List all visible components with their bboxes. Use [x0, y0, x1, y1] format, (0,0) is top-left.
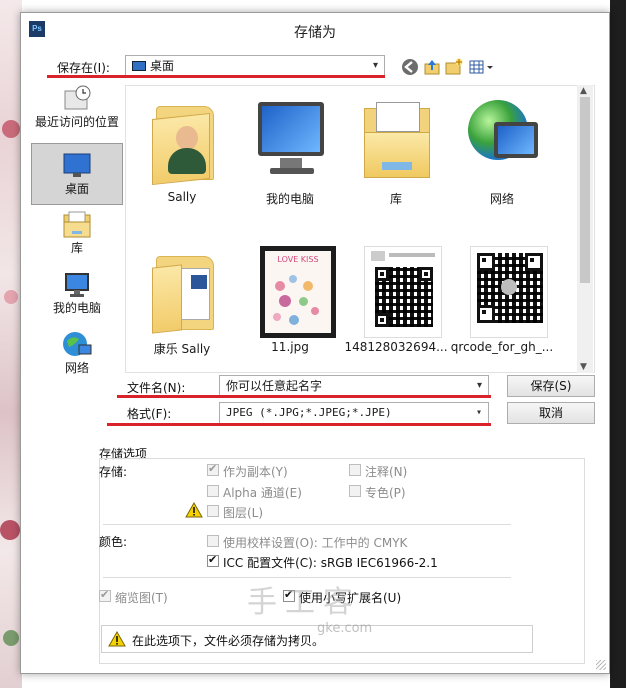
warning-icon: [185, 501, 203, 518]
back-icon[interactable]: [401, 58, 419, 76]
thumbnail-checkbox[interactable]: [99, 588, 111, 602]
layers-checkbox[interactable]: [207, 505, 219, 517]
network-globe-icon: [460, 92, 544, 188]
image-thumbnail: LOVE KISS: [248, 242, 336, 338]
watermark-url: gke.com: [317, 621, 373, 636]
save-as-dialog: Ps 存储为 保存在(I): 桌面 ▾ 最近访问的位置 桌面 库 我的电脑 网络…: [20, 12, 610, 674]
color-label: 颜色:: [99, 535, 128, 549]
filename-input[interactable]: 你可以任意起名字 ▾: [219, 375, 489, 397]
file-item-qr2[interactable]: qrcode_for_gh_...: [450, 242, 554, 354]
notes-checkbox[interactable]: [349, 464, 361, 476]
library-icon: [61, 211, 93, 239]
spot-color-checkbox[interactable]: [349, 485, 361, 497]
chevron-down-icon: ▾: [372, 60, 378, 71]
layers-label: 图层(L): [223, 506, 264, 520]
thumbnail-label: 缩览图(T): [115, 591, 168, 605]
scroll-thumb[interactable]: [580, 97, 590, 283]
icc-profile-checkbox[interactable]: [207, 553, 219, 567]
file-item-name: 11.jpg: [271, 340, 309, 354]
notes-label: 注释(N): [365, 465, 408, 479]
file-item-library[interactable]: 库: [344, 92, 448, 207]
recent-places-icon: [61, 85, 93, 113]
thumbnail-text: LOVE KISS: [277, 255, 319, 264]
place-desktop[interactable]: 桌面: [31, 143, 123, 205]
filename-label: 文件名(N):: [127, 381, 186, 395]
place-computer-label: 我的电脑: [52, 301, 101, 315]
desktop-icon: [61, 152, 93, 180]
scroll-down-icon[interactable]: ▼: [580, 362, 587, 372]
save-in-label: 保存在(I):: [57, 61, 110, 75]
up-folder-icon[interactable]: [423, 58, 441, 76]
file-item-name: 我的电脑: [265, 192, 314, 206]
icc-profile-label: ICC 配置文件(C): sRGB IEC61966-2.1: [223, 556, 438, 570]
options-divider: [103, 524, 511, 525]
file-list-scrollbar[interactable]: ▲ ▼: [577, 85, 593, 373]
file-item-name: 网络: [489, 192, 514, 206]
proof-setup-label: 使用校样设置(O): 工作中的 CMYK: [223, 536, 408, 550]
format-label: 格式(F):: [127, 407, 172, 421]
alpha-channel-checkbox[interactable]: [207, 485, 219, 497]
user-folder-icon: [140, 92, 224, 188]
dialog-title: 存储为: [294, 25, 336, 41]
place-network-label: 网络: [64, 361, 89, 375]
computer-icon: [61, 271, 93, 299]
scroll-up-icon[interactable]: ▲: [580, 86, 587, 96]
as-copy-checkbox[interactable]: [207, 462, 219, 476]
file-item-name: qrcode_for_gh_...: [450, 340, 554, 354]
place-recent-label: 最近访问的位置: [34, 115, 119, 129]
save-label: 存储:: [99, 465, 128, 479]
file-item-network[interactable]: 网络: [450, 92, 554, 207]
place-desktop-label: 桌面: [64, 182, 89, 196]
background-dark-strip: [610, 0, 626, 688]
network-globe-icon: [61, 331, 93, 359]
spot-color-label: 专色(P): [365, 486, 406, 500]
place-library[interactable]: 库: [31, 211, 123, 263]
file-item-11jpg[interactable]: LOVE KISS 11.jpg: [238, 242, 342, 354]
library-folder-icon: [354, 92, 438, 188]
save-button[interactable]: 保存(S): [507, 375, 595, 397]
file-item-kangle-sally[interactable]: 康乐 Sally: [130, 242, 234, 357]
qr-thumbnail: [354, 242, 442, 338]
format-dropdown[interactable]: JPEG (*.JPG;*.JPEG;*.JPE) ▾: [219, 402, 489, 424]
new-folder-icon[interactable]: [445, 58, 463, 76]
save-in-value: 桌面: [150, 59, 175, 73]
view-menu-icon[interactable]: [469, 58, 495, 76]
folder-icon: [140, 242, 224, 338]
annotation-underline-filename: [117, 395, 491, 398]
place-recent[interactable]: 最近访问的位置: [31, 85, 123, 137]
watermark-text: 手工客: [247, 585, 361, 620]
file-item-name: Sally: [167, 190, 197, 204]
file-item-sally[interactable]: Sally: [130, 92, 234, 204]
proof-setup-checkbox[interactable]: [207, 535, 219, 547]
format-value: JPEG (*.JPG;*.JPEG;*.JPE): [226, 406, 392, 419]
place-network[interactable]: 网络: [31, 331, 123, 383]
cancel-button[interactable]: 取消: [507, 402, 595, 424]
desktop-icon: [132, 61, 146, 71]
file-item-computer[interactable]: 我的电脑: [238, 92, 342, 207]
file-item-name: 康乐 Sally: [153, 342, 211, 356]
title-bar: Ps 存储为: [21, 13, 609, 45]
copy-warning-text: 在此选项下，文件必须存储为拷贝。: [132, 634, 325, 648]
file-item-name: 库: [389, 192, 402, 206]
filename-value: 你可以任意起名字: [226, 379, 323, 393]
save-in-dropdown[interactable]: 桌面 ▾: [125, 55, 385, 77]
alpha-channel-label: Alpha 通道(E): [223, 486, 302, 500]
place-library-label: 库: [70, 241, 83, 255]
file-list-view[interactable]: Sally 我的电脑 库 网络 康乐 Sally LOVE KISS 11.jp…: [125, 85, 595, 373]
place-computer[interactable]: 我的电脑: [31, 271, 123, 323]
annotation-underline-savein: [47, 75, 385, 78]
resize-grip-icon[interactable]: [596, 660, 606, 670]
warning-icon: [108, 630, 126, 647]
computer-icon: [248, 92, 332, 188]
file-item-name: 148128032694...: [344, 340, 448, 354]
background-floral-strip: [0, 0, 22, 688]
as-copy-label: 作为副本(Y): [223, 465, 288, 479]
annotation-underline-format: [107, 423, 491, 426]
chevron-down-icon: ▾: [475, 407, 482, 418]
chevron-down-icon: ▾: [476, 380, 482, 391]
qr-thumbnail: [460, 242, 548, 338]
file-item-qr1[interactable]: 148128032694...: [344, 242, 448, 354]
